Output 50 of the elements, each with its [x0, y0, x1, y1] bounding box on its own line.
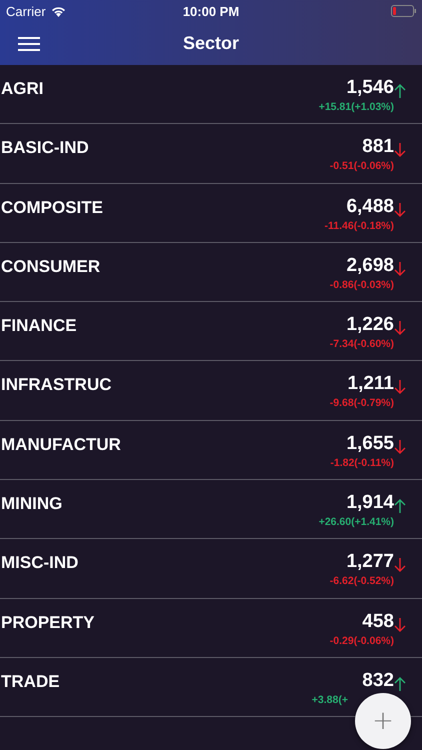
- sector-name: FINANCE: [1, 316, 77, 336]
- time-label: 10:00 PM: [182, 4, 240, 18]
- change-label: -0.29(-0.06%): [330, 634, 394, 647]
- change-label: -7.34(-0.60%): [330, 338, 394, 350]
- change-label: +26.60(+1.41%): [318, 516, 394, 528]
- sector-name: MISC-IND: [1, 553, 78, 574]
- sector-name: PROPERTY: [1, 612, 95, 633]
- wifi-icon: [50, 6, 66, 16]
- sector-name: CONSUMER: [1, 256, 100, 277]
- change-label: -11.46(-0.18%): [324, 220, 394, 232]
- change-label: -6.62(-0.52%): [330, 575, 394, 588]
- sector-value: 1,546: [346, 77, 394, 99]
- change-label: -9.68(-0.79%): [330, 397, 394, 410]
- sector-name: BASIC-IND: [1, 138, 89, 158]
- sector-value: 832: [362, 670, 394, 692]
- sector-name: AGRI: [1, 79, 44, 99]
- sector-name: INFRASTRUC: [1, 375, 112, 396]
- change-label: -1.82(-0.11%): [330, 456, 394, 469]
- screen-title: Sector: [182, 33, 240, 54]
- sector-value: 1,211: [348, 373, 394, 396]
- sector-row[interactable]: BASIC-IND 881 -0.51(-0.06%): [0, 124, 422, 184]
- battery-icon: [391, 5, 416, 17]
- sector-row[interactable]: FINANCE 1,226 -7.34(-0.60%): [0, 302, 422, 362]
- change-label: +15.81(+1.03%): [318, 101, 394, 113]
- menu-icon[interactable]: [18, 37, 40, 51]
- sector-row[interactable]: PROPERTY 458 -0.29(-0.06%): [0, 598, 422, 658]
- sector-row[interactable]: COMPOSITE 6,488 -11.46(-0.18%): [0, 184, 422, 243]
- sector-value: 6,488: [346, 196, 394, 218]
- sector-value: 1,914: [346, 492, 394, 514]
- change-label: -0.86(-0.03%): [330, 278, 394, 291]
- sector-value: 1,277: [346, 551, 394, 574]
- sector-name: MINING: [1, 494, 62, 514]
- sector-value: 1,655: [346, 432, 394, 455]
- sector-name: COMPOSITE: [1, 198, 104, 218]
- sector-row[interactable]: AGRI 1,546 +15.81(+1.03%): [0, 65, 422, 124]
- sector-value: 2,698: [346, 254, 394, 277]
- sector-value: 1,226: [346, 314, 394, 336]
- change-label: +3.88(+: [312, 694, 348, 706]
- sector-row[interactable]: INFRASTRUC 1,211 -9.68(-0.79%): [0, 361, 422, 421]
- sector-row[interactable]: MISC-IND 1,277 -6.62(-0.52%): [0, 539, 422, 599]
- sector-name: MANUFACTUR: [1, 434, 121, 455]
- sector-row[interactable]: CONSUMER 2,698 -0.86(-0.03%): [0, 242, 422, 302]
- change-label: -0.51(-0.06%): [330, 160, 394, 172]
- sector-row[interactable]: MINING 1,914 +26.60(+1.41%): [0, 480, 422, 540]
- carrier-label: Carrier: [6, 4, 46, 18]
- sector-value: 458: [362, 610, 394, 633]
- sector-name: TRADE: [1, 672, 60, 692]
- sector-value: 881: [362, 136, 394, 158]
- sector-row[interactable]: MANUFACTUR 1,655 -1.82(-0.11%): [0, 420, 422, 480]
- add-button[interactable]: +: [355, 693, 411, 749]
